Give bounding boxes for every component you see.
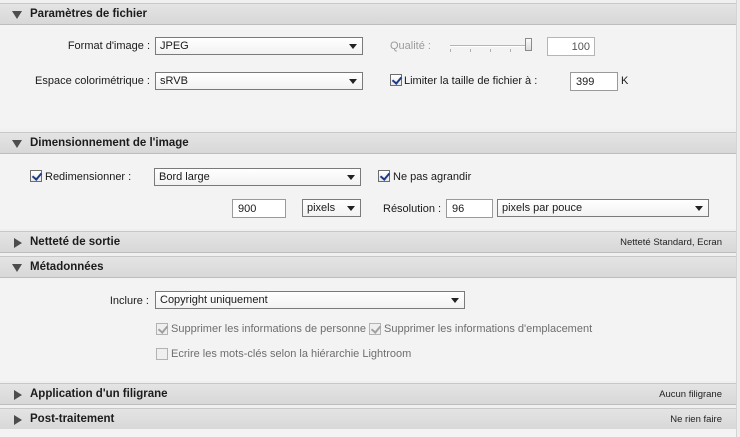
- section-header-metadata[interactable]: Métadonnées: [0, 256, 736, 278]
- keywords-hierarchy-label: Ecrire les mots-clés selon la hiérarchie…: [171, 348, 412, 360]
- quality-label: Qualité :: [390, 40, 431, 52]
- image-sizing-body: Redimensionner : Bord large Ne pas agran…: [0, 154, 736, 229]
- section-title: Paramètres de fichier: [30, 8, 147, 20]
- no-enlarge-checkbox[interactable]: [378, 170, 390, 182]
- expand-triangle-icon: [14, 415, 22, 425]
- chevron-down-icon: [695, 206, 703, 211]
- colorspace-label: Espace colorimétrique :: [35, 75, 150, 87]
- limit-size-label: Limiter la taille de fichier à :: [404, 75, 538, 87]
- colorspace-select[interactable]: sRVB: [155, 72, 363, 90]
- expand-triangle-icon: [14, 238, 22, 248]
- resize-label: Redimensionner :: [45, 171, 132, 183]
- slider-tick: [450, 49, 451, 52]
- quality-slider-track[interactable]: [450, 45, 530, 47]
- keywords-hierarchy-checkbox[interactable]: [156, 348, 168, 360]
- section-header-output-sharpening[interactable]: Netteté de sortie Netteté Standard, Ecra…: [0, 231, 736, 253]
- size-unit-select[interactable]: pixels: [302, 199, 361, 217]
- chevron-down-icon: [349, 44, 357, 49]
- chevron-down-icon: [347, 175, 355, 180]
- remove-person-info-label: Supprimer les informations de personne: [171, 323, 367, 335]
- limit-size-input[interactable]: 399: [570, 72, 618, 91]
- quality-value: 100: [571, 41, 590, 53]
- limit-size-checkbox[interactable]: [390, 74, 402, 86]
- format-value: JPEG: [160, 40, 189, 52]
- section-summary: Netteté Standard, Ecran: [620, 237, 722, 248]
- expand-triangle-icon: [14, 390, 22, 400]
- section-header-post-processing[interactable]: Post-traitement Ne rien faire: [0, 408, 736, 430]
- panel-bottom-padding: [0, 429, 736, 437]
- resolution-label: Résolution :: [383, 203, 442, 215]
- resize-mode-value: Bord large: [159, 171, 210, 183]
- chevron-down-icon: [349, 79, 357, 84]
- quality-slider-thumb[interactable]: [525, 38, 532, 51]
- section-title: Application d'un filigrane: [30, 388, 168, 400]
- section-header-watermark[interactable]: Application d'un filigrane Aucun filigra…: [0, 383, 736, 405]
- remove-person-info-checkbox[interactable]: [156, 323, 168, 335]
- resolution-unit-value: pixels par pouce: [502, 202, 583, 214]
- chevron-down-icon: [347, 206, 355, 211]
- resolution-unit-select[interactable]: pixels par pouce: [497, 199, 709, 217]
- collapse-triangle-icon: [12, 140, 22, 148]
- size-input[interactable]: 900: [232, 199, 286, 218]
- resize-checkbox[interactable]: [30, 170, 42, 182]
- section-title: Netteté de sortie: [30, 236, 121, 248]
- limit-size-unit: K: [621, 75, 629, 87]
- resolution-value: 96: [452, 203, 465, 215]
- limit-size-value: 399: [576, 76, 595, 88]
- format-label: Format d'image :: [67, 40, 150, 52]
- section-summary: Aucun filigrane: [659, 389, 722, 400]
- section-title: Dimensionnement de l'image: [30, 137, 189, 149]
- slider-tick: [490, 49, 491, 52]
- remove-location-info-checkbox[interactable]: [369, 323, 381, 335]
- file-settings-body: Format d'image : JPEG Qualité : 100 Espa…: [0, 25, 736, 129]
- include-label: Inclure :: [109, 295, 149, 307]
- export-settings-panel: Paramètres de fichier Format d'image : J…: [0, 0, 737, 437]
- collapse-triangle-icon: [12, 11, 22, 19]
- no-enlarge-label: Ne pas agrandir: [393, 171, 472, 183]
- slider-tick: [470, 49, 471, 52]
- format-select[interactable]: JPEG: [155, 37, 363, 55]
- size-value: 900: [238, 203, 257, 215]
- include-select[interactable]: Copyright uniquement: [155, 291, 465, 309]
- section-header-file-settings[interactable]: Paramètres de fichier: [0, 3, 736, 25]
- section-title: Post-traitement: [30, 413, 115, 425]
- section-title: Métadonnées: [30, 261, 104, 273]
- chevron-down-icon: [451, 298, 459, 303]
- resolution-input[interactable]: 96: [446, 199, 493, 218]
- size-unit-value: pixels: [307, 202, 336, 214]
- remove-location-info-label: Supprimer les informations d'emplacement: [384, 323, 593, 335]
- quality-input[interactable]: 100: [547, 37, 595, 56]
- slider-tick: [510, 49, 511, 52]
- include-value: Copyright uniquement: [160, 294, 268, 306]
- colorspace-value: sRVB: [160, 75, 188, 87]
- collapse-triangle-icon: [12, 264, 22, 272]
- resize-mode-select[interactable]: Bord large: [154, 168, 361, 186]
- metadata-body: Inclure : Copyright uniquement Supprimer…: [0, 278, 736, 381]
- section-header-image-sizing[interactable]: Dimensionnement de l'image: [0, 132, 736, 154]
- section-summary: Ne rien faire: [670, 414, 722, 425]
